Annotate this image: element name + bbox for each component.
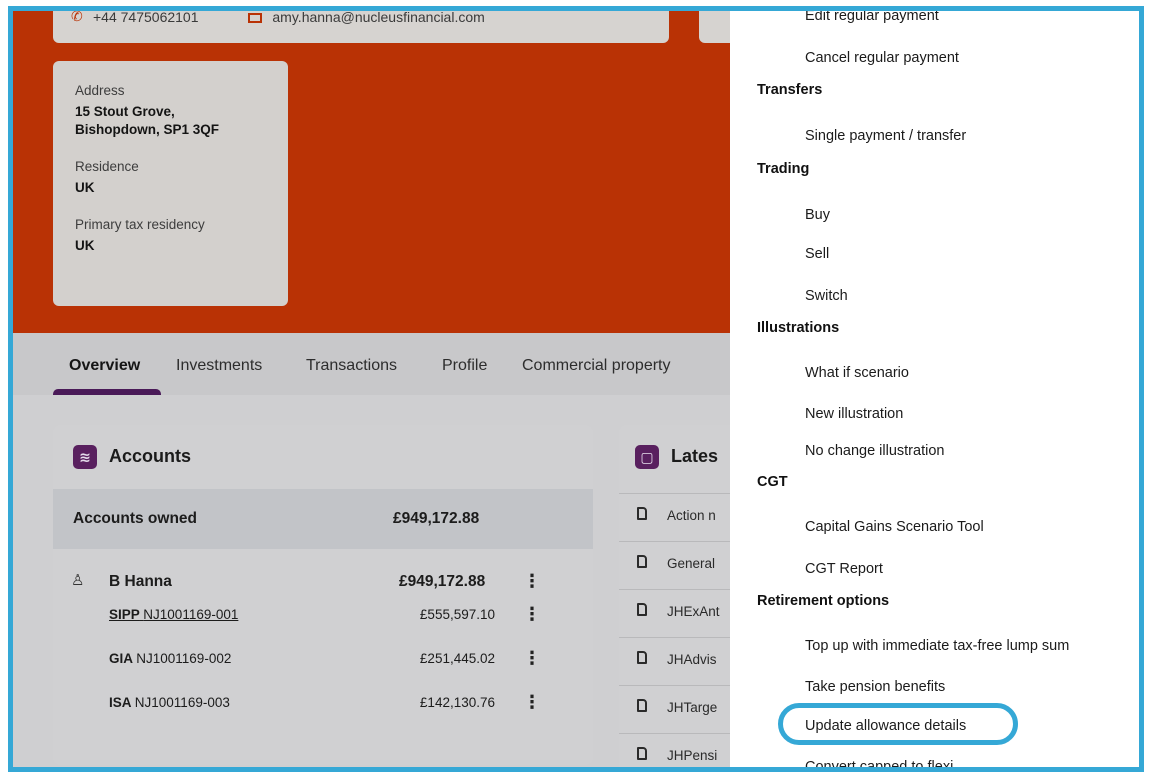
tab-investments[interactable]: Investments (176, 357, 262, 375)
menu-heading-illustrations: Illustrations (757, 320, 840, 336)
document-name[interactable]: Action n (667, 508, 716, 523)
person-icon: ♙ (71, 572, 85, 589)
contact-card: ✆ +44 7475062101 amy.hanna@nucleusfinanc… (53, 8, 669, 43)
more-options-icon[interactable]: ⋮ (523, 571, 541, 592)
account-row[interactable]: ISA NJ1001169-003 £142,130.76 ⋮ (53, 687, 593, 727)
account-amount: £251,445.02 (419, 651, 495, 666)
account-amount: £555,597.10 (419, 607, 495, 622)
accounts-owned-row: Accounts owned £949,172.88 (53, 489, 593, 549)
active-tab-indicator (53, 389, 161, 395)
email-address[interactable]: amy.hanna@nucleusfinancial.com (272, 11, 484, 25)
phone-icon: ✆ (71, 8, 83, 24)
account-row[interactable]: GIA NJ1001169-002 £251,445.02 ⋮ (53, 643, 593, 683)
account-amount: £142,130.76 (419, 695, 495, 710)
document-name[interactable]: General (667, 556, 715, 571)
tab-profile[interactable]: Profile (442, 357, 487, 375)
menu-item-top-up-lump-sum[interactable]: Top up with immediate tax-free lump sum (805, 638, 1069, 654)
document-name[interactable]: JHPensi (667, 748, 717, 763)
menu-item-sell[interactable]: Sell (805, 246, 829, 262)
menu-item-new-illustration[interactable]: New illustration (805, 406, 903, 422)
account-type[interactable]: SIPP NJ1001169-001 (109, 607, 238, 622)
document-icon (637, 651, 647, 664)
document-badge-icon: ▢ (635, 445, 659, 469)
menu-heading-transfers: Transfers (757, 82, 823, 98)
more-options-icon[interactable]: ⋮ (523, 604, 541, 625)
accounts-owned-label: Accounts owned (73, 510, 198, 527)
residence-value: UK (75, 180, 95, 195)
accounts-card: ≋ Accounts Accounts owned £949,172.88 ♙ B… (53, 425, 593, 765)
accounts-header: ≋ Accounts (73, 445, 191, 469)
document-icon (637, 555, 647, 568)
actions-dropdown-menu: Edit regular payment Cancel regular paym… (730, 11, 1139, 767)
document-icon (637, 699, 647, 712)
address-value: 15 Stout Grove, Bishopdown, SP1 3QF (75, 103, 266, 139)
more-options-icon[interactable]: ⋮ (523, 692, 541, 713)
email-icon (248, 13, 263, 24)
document-icon (637, 507, 647, 520)
account-row[interactable]: SIPP NJ1001169-001 £555,597.10 ⋮ (53, 599, 593, 639)
residence-label: Residence (75, 159, 139, 174)
address-line-1: 15 Stout Grove, (75, 104, 175, 119)
document-name[interactable]: JHExAnt (667, 604, 720, 619)
account-holder-name[interactable]: B Hanna (109, 573, 172, 591)
highlight-ring (778, 703, 1018, 745)
address-line-2: Bishopdown, SP1 3QF (75, 122, 220, 137)
menu-heading-trading: Trading (757, 161, 810, 177)
document-name[interactable]: JHTarge (667, 700, 717, 715)
address-card: Address 15 Stout Grove, Bishopdown, SP1 … (53, 61, 288, 306)
layers-icon: ≋ (73, 445, 97, 469)
address-label: Address (75, 83, 125, 98)
menu-item-convert-capped-to-flexi[interactable]: Convert capped to flexi (805, 759, 953, 767)
menu-item-single-payment-transfer[interactable]: Single payment / transfer (805, 128, 966, 144)
account-type[interactable]: ISA NJ1001169-003 (109, 695, 230, 710)
tax-residency-label: Primary tax residency (75, 217, 205, 232)
menu-item-switch[interactable]: Switch (805, 288, 848, 304)
tab-transactions[interactable]: Transactions (306, 357, 397, 375)
account-holder-total: £949,172.88 (399, 573, 486, 590)
document-icon (637, 747, 647, 760)
screenshot-frame: ✆ +44 7475062101 amy.hanna@nucleusfinanc… (8, 6, 1144, 772)
phone-number[interactable]: +44 7475062101 (93, 11, 199, 25)
menu-item-edit-regular-payment[interactable]: Edit regular payment (805, 11, 939, 24)
menu-item-buy[interactable]: Buy (805, 207, 830, 223)
account-type[interactable]: GIA NJ1001169-002 (109, 651, 231, 666)
menu-item-capital-gains-scenario-tool[interactable]: Capital Gains Scenario Tool (805, 519, 984, 535)
document-name[interactable]: JHAdvis (667, 652, 717, 667)
menu-heading-retirement-options: Retirement options (757, 593, 890, 609)
more-options-icon[interactable]: ⋮ (523, 648, 541, 669)
document-icon (637, 603, 647, 616)
menu-heading-cgt: CGT (757, 474, 788, 490)
accounts-owned-total: £949,172.88 (393, 510, 480, 527)
menu-item-what-if-scenario[interactable]: What if scenario (805, 365, 909, 381)
menu-item-no-change-illustration[interactable]: No change illustration (805, 443, 944, 459)
tax-residency-value: UK (75, 238, 95, 253)
accounts-title: Accounts (109, 445, 192, 466)
tab-overview[interactable]: Overview (69, 357, 140, 375)
tab-commercial-property[interactable]: Commercial property (522, 357, 670, 375)
menu-item-take-pension-benefits[interactable]: Take pension benefits (805, 679, 945, 695)
menu-item-cgt-report[interactable]: CGT Report (805, 561, 883, 577)
latest-header: ▢ Lates (635, 445, 718, 469)
menu-item-cancel-regular-payment[interactable]: Cancel regular payment (805, 50, 959, 66)
latest-title: Lates (671, 445, 719, 466)
next-card (53, 769, 593, 772)
